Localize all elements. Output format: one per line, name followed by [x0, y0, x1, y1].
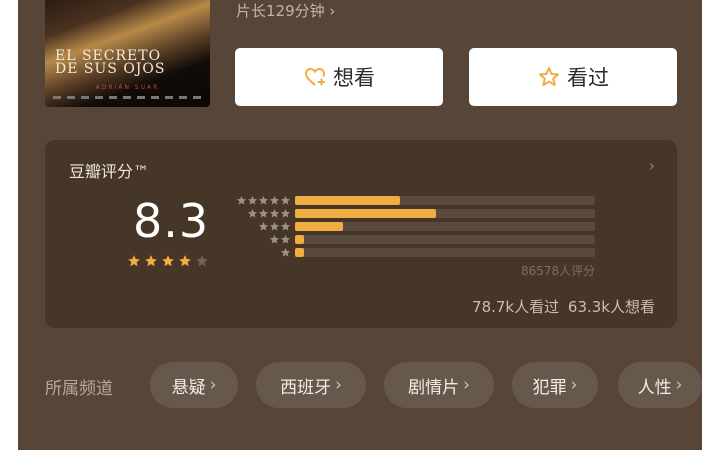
- row-stars: [258, 221, 291, 232]
- star-icon: [280, 221, 291, 231]
- channel-chip[interactable]: 西班牙 ›: [256, 362, 366, 408]
- star-icon: [258, 208, 269, 218]
- chevron-right-icon[interactable]: ›: [649, 156, 655, 175]
- star-icon: [280, 208, 291, 218]
- poster-title-line: DE SUS OJOS: [55, 61, 166, 77]
- poster-credits: [53, 96, 203, 99]
- rating-stars: [127, 254, 209, 268]
- rating-title: 豆瓣评分™: [69, 162, 150, 181]
- rating-distribution-row: [231, 247, 599, 258]
- star-icon: [162, 255, 174, 267]
- rating-bar-track: [295, 209, 595, 218]
- channel-chip[interactable]: 剧情片 ›: [384, 362, 494, 408]
- row-stars: [280, 247, 291, 258]
- channel-list: 所属频道 悬疑 › 西班牙 › 剧情片 › 犯罪 › 人性 ›: [18, 362, 702, 408]
- star-icon: [280, 247, 291, 257]
- rating-score: 8.3: [133, 194, 210, 248]
- seen-count: 78.7k人看过: [472, 298, 560, 316]
- rating-bar-track: [295, 248, 595, 257]
- rating-count: 86578人评分: [521, 264, 596, 278]
- star-icon: [145, 255, 157, 267]
- chevron-right-icon: ›: [675, 375, 683, 395]
- star-icon: [280, 195, 291, 205]
- movie-detail-screen: EL SECRETO DE SUS OJOS ADRIÁN SUAR 片长129…: [18, 0, 702, 450]
- rating-distribution-row: [231, 234, 599, 245]
- star-icon: [269, 208, 280, 218]
- rating-bar-fill: [295, 222, 343, 231]
- rating-bar-track: [295, 196, 595, 205]
- star-icon: [196, 255, 208, 267]
- star-icon: [269, 195, 280, 205]
- star-icon: [258, 221, 269, 231]
- poster-title: EL SECRETO DE SUS OJOS: [55, 49, 200, 77]
- star-icon: [128, 255, 140, 267]
- watch-stats: 78.7k人看过 63.3k人想看: [472, 296, 655, 317]
- movie-header: EL SECRETO DE SUS OJOS ADRIÁN SUAR 片长129…: [18, 0, 702, 132]
- row-stars: [269, 234, 291, 245]
- channel-chip[interactable]: 犯罪 ›: [512, 362, 598, 408]
- rating-distribution-row: [231, 208, 599, 219]
- star-icon: [280, 234, 291, 244]
- channel-chip-label: 西班牙: [280, 377, 332, 398]
- chevron-right-icon: ›: [329, 2, 336, 20]
- row-stars: [247, 208, 291, 219]
- rating-bar-fill: [295, 235, 304, 244]
- row-stars: [236, 195, 291, 206]
- channel-chip-label: 剧情片: [408, 377, 460, 398]
- rating-bar-fill: [295, 196, 400, 205]
- want-count: 63.3k人想看: [567, 298, 655, 316]
- movie-poster[interactable]: EL SECRETO DE SUS OJOS ADRIÁN SUAR: [45, 0, 210, 107]
- poster-subtitle: ADRIÁN SUAR: [95, 84, 160, 91]
- channel-chip-label: 犯罪: [532, 377, 567, 398]
- channel-chip-label: 人性: [637, 377, 672, 398]
- chevron-right-icon: ›: [209, 375, 217, 395]
- star-icon: [247, 208, 258, 218]
- heart-plus-icon: [304, 67, 326, 86]
- want-to-watch-label: 想看: [333, 66, 375, 90]
- movie-duration-link[interactable]: 片长129分钟 ›: [236, 0, 335, 21]
- movie-duration: 片长129分钟: [236, 2, 325, 20]
- star-icon: [179, 255, 191, 267]
- watched-button[interactable]: 看过: [469, 48, 677, 106]
- rating-bar-track: [295, 222, 595, 231]
- star-outline-icon: [539, 67, 559, 86]
- star-icon: [269, 234, 280, 244]
- chevron-right-icon: ›: [335, 375, 342, 395]
- rating-card[interactable]: 豆瓣评分™ › 8.3 86578人评分 78.7k人看过 63.3k人想看: [45, 140, 677, 328]
- channel-chip[interactable]: 悬疑 ›: [150, 362, 238, 408]
- want-to-watch-button[interactable]: 想看: [235, 48, 443, 106]
- star-icon: [236, 195, 247, 205]
- channels-label: 所属频道: [45, 379, 113, 399]
- rating-bar-track: [295, 235, 595, 244]
- rating-distribution-row: [231, 221, 599, 232]
- star-icon: [258, 195, 269, 205]
- rating-bar-fill: [295, 248, 304, 257]
- watched-label: 看过: [567, 66, 609, 90]
- chevron-right-icon: ›: [570, 375, 578, 395]
- chevron-right-icon: ›: [463, 375, 470, 395]
- channel-chip-label: 悬疑: [171, 377, 206, 398]
- star-icon: [269, 221, 280, 231]
- channel-chip[interactable]: 人性 ›: [618, 362, 702, 408]
- rating-distribution-row: [231, 195, 599, 206]
- rating-bar-fill: [295, 209, 436, 218]
- star-icon: [247, 195, 258, 205]
